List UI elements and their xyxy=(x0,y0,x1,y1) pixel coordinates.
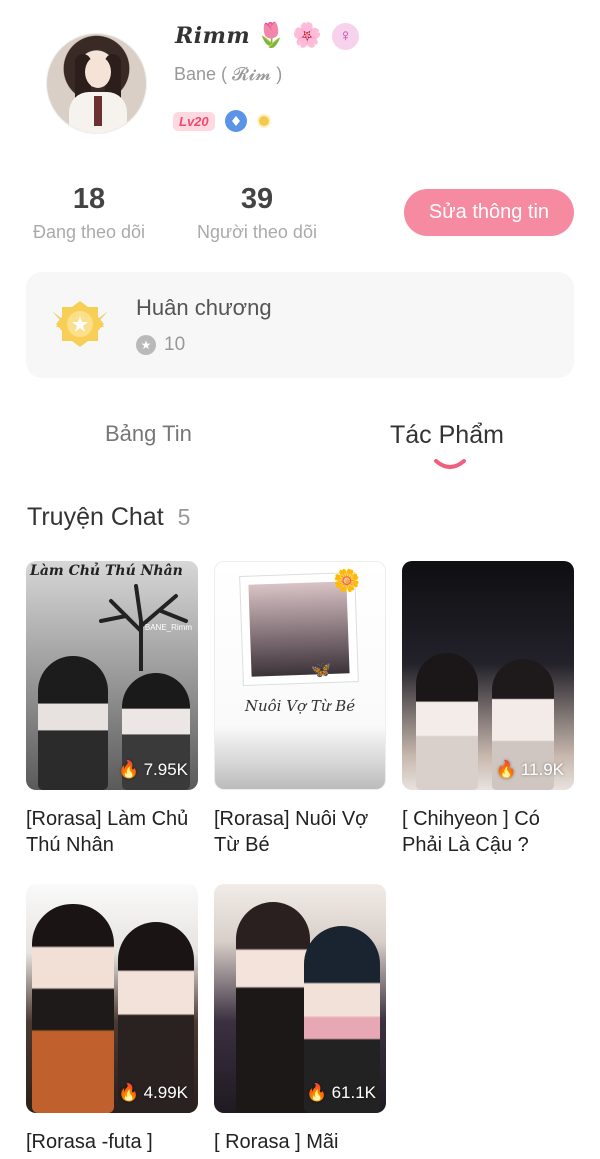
cover-title: Làm Chủ Thú Nhân xyxy=(30,563,183,579)
medal-count: 10 xyxy=(164,334,186,355)
profile-header: Rimm 🌷 🌸 ♀ Bane ( 𝓡𝓲𝓶 ) Lv20 xyxy=(0,0,600,160)
section-title: Truyện Chat xyxy=(27,503,164,531)
cover-figure xyxy=(38,656,108,790)
cover-title: Nuôi Vợ Từ Bé xyxy=(244,697,356,715)
blossom-icon: 🌸 xyxy=(292,22,322,49)
cover-watermark: BANE_Rimm xyxy=(144,623,192,632)
badge-row: Lv20 xyxy=(173,110,271,132)
work-title: [Rorasa] Nuôi Vợ Từ Bé xyxy=(214,808,369,856)
view-count-value: 4.99K xyxy=(143,1083,188,1102)
work-cover: Làm Chủ Thú Nhân BANE_Rimm 🔥 7.95K xyxy=(26,561,198,790)
flower-icon: 🌼 xyxy=(333,568,361,593)
followers-label: Người theo dõi xyxy=(197,222,317,242)
tulip-icon: 🌷 xyxy=(256,22,287,49)
female-gender-icon: ♀ xyxy=(331,22,359,50)
fire-icon: 🔥 xyxy=(306,1083,328,1102)
active-tab-indicator xyxy=(434,459,466,469)
view-count-value: 7.95K xyxy=(143,760,188,779)
diamond-badge-icon[interactable] xyxy=(224,110,247,132)
following-label: Đang theo dõi xyxy=(32,222,146,242)
view-count: 🔥 7.95K xyxy=(118,760,188,780)
work-cover: 🌼 🦋 Nuôi Vợ Từ Bé xyxy=(214,561,386,790)
work-title: [ Rorasa ] Mãi xyxy=(214,1131,339,1153)
work-card[interactable]: 🔥 61.1K [ Rorasa ] Mãi xyxy=(214,884,386,1155)
work-card[interactable]: 🌼 🦋 Nuôi Vợ Từ Bé [Rorasa] Nuôi Vợ Từ Bé xyxy=(214,561,386,858)
coin-badge-icon[interactable] xyxy=(256,114,271,128)
view-count-value: 61.1K xyxy=(331,1083,376,1102)
view-count: 🔥 61.1K xyxy=(306,1083,376,1103)
section-header: Truyện Chat 5 xyxy=(27,503,190,532)
work-card[interactable]: Làm Chủ Thú Nhân BANE_Rimm 🔥 7.95K [Rora… xyxy=(26,561,198,858)
view-count-value: 11.9K xyxy=(520,760,564,779)
work-title: [Rorasa] Làm Chủ Thú Nhân xyxy=(26,808,189,856)
tab-news[interactable]: Bảng Tin xyxy=(105,421,192,447)
star-icon: ★ xyxy=(136,335,156,355)
sub-name: Bane ( 𝓡𝓲𝓶 ) xyxy=(174,64,283,84)
cover-figure xyxy=(32,904,114,1113)
work-title: [Rorasa -futa ] xyxy=(26,1131,153,1153)
cover-figure xyxy=(416,653,478,790)
medal-card[interactable]: Huân chương ★ 10 xyxy=(26,272,574,378)
nickname-row: Rimm 🌷 🌸 ♀ xyxy=(175,20,359,52)
fire-icon: 🔥 xyxy=(495,760,517,779)
medal-title: Huân chương xyxy=(136,295,272,320)
avatar-tie xyxy=(94,96,102,126)
view-count: 🔥 11.9K xyxy=(496,760,564,780)
nickname: Rimm xyxy=(175,23,251,49)
following-stat[interactable]: 18 Đang theo dõi xyxy=(26,183,152,243)
cover-figure xyxy=(236,902,310,1113)
avatar-face xyxy=(85,56,111,88)
fire-icon: 🔥 xyxy=(118,760,140,779)
work-card[interactable]: 🔥 11.9K [ Chihyeon ] Có Phải Là Cậu ? xyxy=(402,561,574,858)
work-cover: 🔥 11.9K xyxy=(402,561,574,790)
work-cover: 🔥 61.1K xyxy=(214,884,386,1113)
followers-stat[interactable]: 39 Người theo dõi xyxy=(190,183,324,243)
fire-icon: 🔥 xyxy=(118,1083,140,1102)
followers-count: 39 xyxy=(240,183,274,215)
level-badge[interactable]: Lv20 xyxy=(173,111,215,131)
medal-icon xyxy=(52,301,108,347)
following-count: 18 xyxy=(72,183,106,215)
view-count: 🔥 4.99K xyxy=(118,1083,188,1103)
tab-works[interactable]: Tác Phẩm xyxy=(390,421,504,450)
edit-profile-button[interactable]: Sửa thông tin xyxy=(404,189,574,236)
avatar[interactable] xyxy=(46,33,147,134)
work-card[interactable]: 🔥 4.99K [Rorasa -futa ] xyxy=(26,884,198,1155)
work-title: [ Chihyeon ] Có Phải Là Cậu ? xyxy=(402,808,540,856)
butterfly-icon: 🦋 xyxy=(311,662,331,679)
medal-count-row: ★ 10 xyxy=(136,334,185,356)
work-cover: 🔥 4.99K xyxy=(26,884,198,1113)
section-count: 5 xyxy=(177,504,191,530)
